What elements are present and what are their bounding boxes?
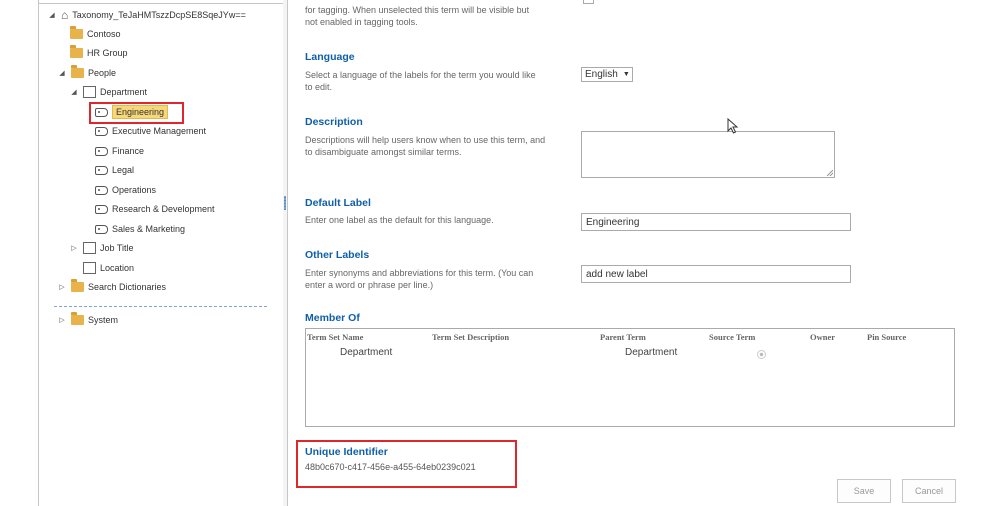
splitter-grip-icon[interactable] bbox=[284, 196, 286, 210]
column-header-source-term: Source Term bbox=[709, 332, 756, 342]
tree-node-department[interactable]: ◢ Department bbox=[69, 83, 147, 101]
group-folder-icon bbox=[70, 26, 83, 39]
other-labels-input[interactable]: add new label bbox=[581, 265, 851, 283]
tree-node-label: HR Group bbox=[87, 48, 128, 58]
tree-node-executive-management[interactable]: Executive Management bbox=[95, 122, 206, 140]
term-set-icon bbox=[81, 86, 96, 101]
term-tag-icon bbox=[95, 165, 108, 175]
tree-separator bbox=[54, 306, 267, 307]
tree-node-system[interactable]: ▷ System bbox=[57, 311, 118, 329]
available-for-tagging-checkbox[interactable] bbox=[583, 0, 594, 4]
group-folder-icon bbox=[70, 45, 83, 58]
tree-node-label: Executive Management bbox=[112, 126, 207, 136]
default-label-input[interactable]: Engineering bbox=[581, 213, 851, 231]
term-tag-icon bbox=[95, 126, 108, 136]
term-tag-icon bbox=[95, 185, 108, 195]
language-title: Language bbox=[305, 51, 355, 63]
tree-node-label: Contoso bbox=[87, 29, 121, 39]
group-folder-icon bbox=[71, 65, 84, 78]
group-folder-icon bbox=[71, 279, 84, 292]
column-header-pin-source: Pin Source bbox=[867, 332, 907, 342]
collapse-arrow-icon[interactable]: ◢ bbox=[69, 88, 79, 96]
tree-node-label: System bbox=[88, 315, 119, 325]
term-tag-icon bbox=[95, 204, 108, 214]
table-cell-term-set-name: Department bbox=[340, 347, 393, 358]
tree-node-label: Taxonomy_TeJaHMTszzDcpSE8SqeJYw== bbox=[72, 10, 246, 20]
tree-node-sales-marketing[interactable]: Sales & Marketing bbox=[95, 220, 185, 238]
save-button[interactable]: Save bbox=[837, 479, 891, 503]
tree-node-label: People bbox=[88, 68, 117, 78]
description-textarea[interactable] bbox=[581, 131, 835, 178]
tree-node-search-dictionaries[interactable]: ▷ Search Dictionaries bbox=[57, 278, 166, 296]
expand-arrow-icon[interactable]: ▷ bbox=[57, 316, 67, 324]
collapse-arrow-icon[interactable]: ◢ bbox=[57, 69, 67, 77]
tree-top-border bbox=[39, 0, 283, 4]
highlight-box-unique-identifier bbox=[296, 440, 517, 488]
expand-arrow-icon[interactable]: ▷ bbox=[69, 244, 79, 252]
panel-splitter[interactable] bbox=[283, 0, 288, 506]
other-labels-desc-line2: enter a word or phrase per line.) bbox=[305, 280, 434, 290]
term-tag-icon bbox=[95, 224, 108, 234]
tree-node-label: Research & Development bbox=[112, 204, 215, 214]
term-set-icon bbox=[81, 262, 96, 277]
other-labels-title: Other Labels bbox=[305, 249, 370, 261]
tree-node-job-title[interactable]: ▷ Job Title bbox=[69, 239, 134, 257]
tree-node-label: Search Dictionaries bbox=[88, 282, 167, 292]
column-header-term-set-name: Term Set Name bbox=[307, 332, 364, 342]
tree-node-research-development[interactable]: Research & Development bbox=[95, 200, 215, 218]
source-term-radio[interactable] bbox=[757, 350, 766, 359]
member-of-table: Term Set Name Term Set Description Paren… bbox=[305, 328, 955, 427]
tree-node-label: Operations bbox=[112, 185, 157, 195]
tree-node-legal[interactable]: Legal bbox=[95, 161, 134, 179]
available-for-tagging-desc-line2: not enabled in tagging tools. bbox=[305, 17, 418, 27]
tree-node-label: Finance bbox=[112, 146, 145, 156]
group-folder-icon bbox=[71, 312, 84, 325]
column-header-parent-term: Parent Term bbox=[600, 332, 646, 342]
language-select-value: English bbox=[585, 69, 618, 80]
available-for-tagging-desc-line1: for tagging. When unselected this term w… bbox=[305, 5, 530, 15]
language-desc-line1: Select a language of the labels for the … bbox=[305, 70, 536, 80]
default-label-desc: Enter one label as the default for this … bbox=[305, 215, 494, 225]
collapse-arrow-icon[interactable]: ◢ bbox=[47, 11, 57, 19]
taxonomy-store-icon: ⌂ bbox=[61, 8, 69, 22]
mouse-cursor-icon bbox=[727, 118, 739, 134]
tree-node-contoso[interactable]: Contoso bbox=[70, 25, 121, 43]
tree-node-label: Sales & Marketing bbox=[112, 224, 186, 234]
term-set-icon bbox=[81, 242, 96, 257]
description-desc-line1: Descriptions will help users know when t… bbox=[305, 135, 546, 145]
tree-node-finance[interactable]: Finance bbox=[95, 142, 144, 160]
tree-node-operations[interactable]: Operations bbox=[95, 181, 156, 199]
tree-node-hr-group[interactable]: HR Group bbox=[70, 44, 128, 62]
tree-node-location[interactable]: Location bbox=[81, 259, 135, 277]
term-tag-icon bbox=[95, 146, 108, 156]
column-header-term-set-description: Term Set Description bbox=[432, 332, 510, 342]
language-desc-line2: to edit. bbox=[305, 82, 333, 92]
language-select[interactable]: English ▼ bbox=[581, 67, 633, 82]
dropdown-caret-icon: ▼ bbox=[622, 71, 630, 78]
tree-node-root[interactable]: ◢ ⌂ Taxonomy_TeJaHMTszzDcpSE8SqeJYw== bbox=[47, 6, 246, 24]
tree-node-label: Legal bbox=[112, 165, 135, 175]
tree-node-people[interactable]: ◢ People bbox=[57, 64, 116, 82]
description-title: Description bbox=[305, 116, 363, 128]
tree-node-label: Location bbox=[100, 263, 135, 273]
expand-arrow-icon[interactable]: ▷ bbox=[57, 283, 67, 291]
description-desc-line2: to disambiguate amongst similar terms. bbox=[305, 147, 462, 157]
table-cell-parent-term: Department bbox=[625, 347, 678, 358]
other-labels-desc-line1: Enter synonyms and abbreviations for thi… bbox=[305, 268, 534, 278]
resize-grip-icon[interactable] bbox=[827, 170, 833, 176]
default-label-title: Default Label bbox=[305, 197, 371, 209]
cancel-button[interactable]: Cancel bbox=[902, 479, 956, 503]
default-label-value: Engineering bbox=[586, 216, 640, 228]
highlight-box-engineering bbox=[89, 102, 184, 124]
column-header-owner: Owner bbox=[810, 332, 836, 342]
other-labels-placeholder: add new label bbox=[586, 268, 648, 280]
tree-node-label: Department bbox=[100, 87, 148, 97]
member-of-title: Member Of bbox=[305, 312, 360, 324]
tree-node-label: Job Title bbox=[100, 243, 134, 253]
